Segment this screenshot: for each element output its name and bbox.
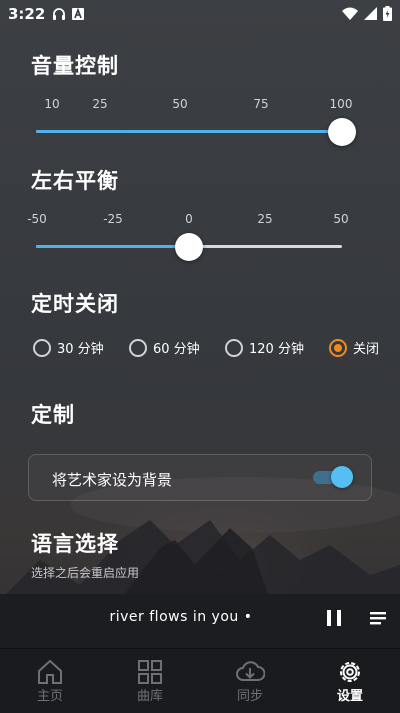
volume-tick: 100 <box>329 97 353 111</box>
headphones-icon <box>53 8 65 20</box>
balance-tick: 25 <box>257 212 273 226</box>
radio-option-120min[interactable]: 120 分钟 <box>225 338 304 357</box>
radio-button[interactable] <box>225 338 243 357</box>
nav-item-home[interactable]: 主页 <box>10 657 90 704</box>
balance-tick: -50 <box>27 212 47 226</box>
signal-icon <box>364 7 377 20</box>
artist-background-label: 将艺术家设为背景 <box>52 471 173 489</box>
radio-button-selected[interactable] <box>329 338 347 357</box>
toggle-thumb <box>331 466 353 488</box>
sleep-timer-options: 30 分钟 60 分钟 120 分钟 关闭 <box>33 338 393 362</box>
nav-label: 同步 <box>236 689 263 704</box>
radio-label: 关闭 <box>353 342 380 357</box>
gear-icon <box>340 662 360 682</box>
balance-tick: 0 <box>185 212 193 226</box>
song-title[interactable]: river flows in you • <box>0 609 362 625</box>
a-badge-icon <box>72 7 84 20</box>
radio-button[interactable] <box>129 338 147 357</box>
artist-background-setting[interactable]: 将艺术家设为背景 <box>28 454 372 501</box>
mini-player[interactable]: river flows in you • <box>0 594 400 648</box>
radio-option-60min[interactable]: 60 分钟 <box>129 338 200 357</box>
radio-label: 60 分钟 <box>153 342 200 357</box>
home-icon <box>38 659 62 684</box>
volume-tick: 75 <box>253 97 269 111</box>
status-bar: 3:22 <box>0 0 400 28</box>
nav-label: 设置 <box>336 689 363 704</box>
volume-title: 音量控制 <box>31 54 119 78</box>
radio-option-off[interactable]: 关闭 <box>329 338 379 357</box>
radio-button[interactable] <box>33 338 51 357</box>
artist-background-toggle[interactable] <box>313 466 353 488</box>
playlist-icon[interactable] <box>368 609 388 627</box>
pause-icon[interactable] <box>325 608 343 628</box>
nav-item-library[interactable]: 曲库 <box>110 657 190 704</box>
nav-label: 曲库 <box>136 689 163 704</box>
language-subtitle: 选择之后会重启应用 <box>31 566 140 580</box>
nav-item-settings[interactable]: 设置 <box>310 657 390 704</box>
wifi-icon <box>342 7 358 20</box>
radio-option-30min[interactable]: 30 分钟 <box>33 338 104 357</box>
volume-slider-fill <box>36 130 342 133</box>
volume-tick: 25 <box>92 97 108 111</box>
nav-label: 主页 <box>36 689 63 704</box>
battery-icon <box>383 6 392 21</box>
language-title[interactable]: 语言选择 <box>31 528 119 558</box>
sleep-timer-title: 定时关闭 <box>31 292 119 316</box>
radio-label: 30 分钟 <box>57 342 104 357</box>
volume-tick: 10 <box>44 97 60 111</box>
nav-item-sync[interactable]: 同步 <box>210 657 290 704</box>
cloud-download-icon <box>236 661 265 681</box>
balance-slider-thumb[interactable] <box>175 233 203 261</box>
balance-title: 左右平衡 <box>31 169 119 193</box>
balance-tick: -25 <box>103 212 123 226</box>
status-time: 3:22 <box>8 5 46 23</box>
bottom-navigation: 主页 曲库 同步 设置 <box>0 648 400 713</box>
volume-slider-thumb[interactable] <box>328 118 356 146</box>
radio-label: 120 分钟 <box>249 342 304 357</box>
balance-slider-fill <box>36 245 189 248</box>
customize-title: 定制 <box>31 403 75 427</box>
library-grid-icon <box>138 660 162 684</box>
volume-tick: 50 <box>172 97 188 111</box>
balance-tick: 50 <box>333 212 349 226</box>
